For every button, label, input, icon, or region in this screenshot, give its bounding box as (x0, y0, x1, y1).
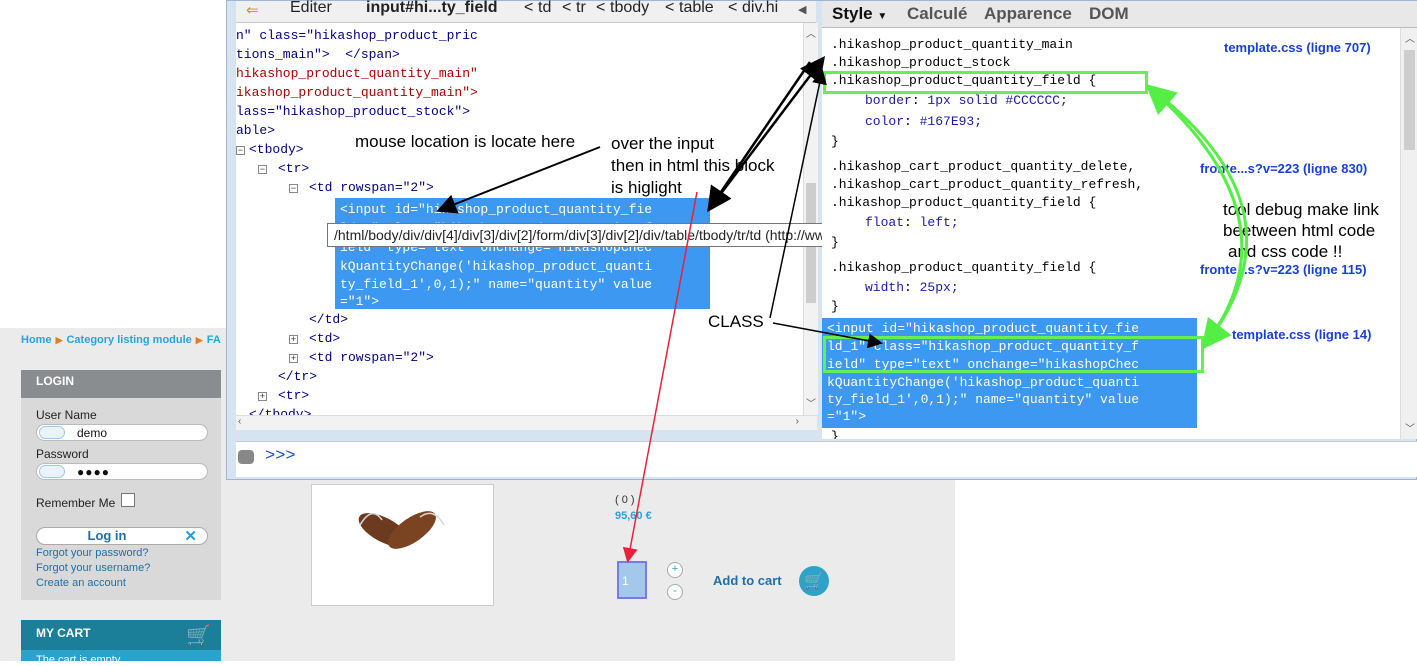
annotation-arrows (436, 56, 1248, 563)
